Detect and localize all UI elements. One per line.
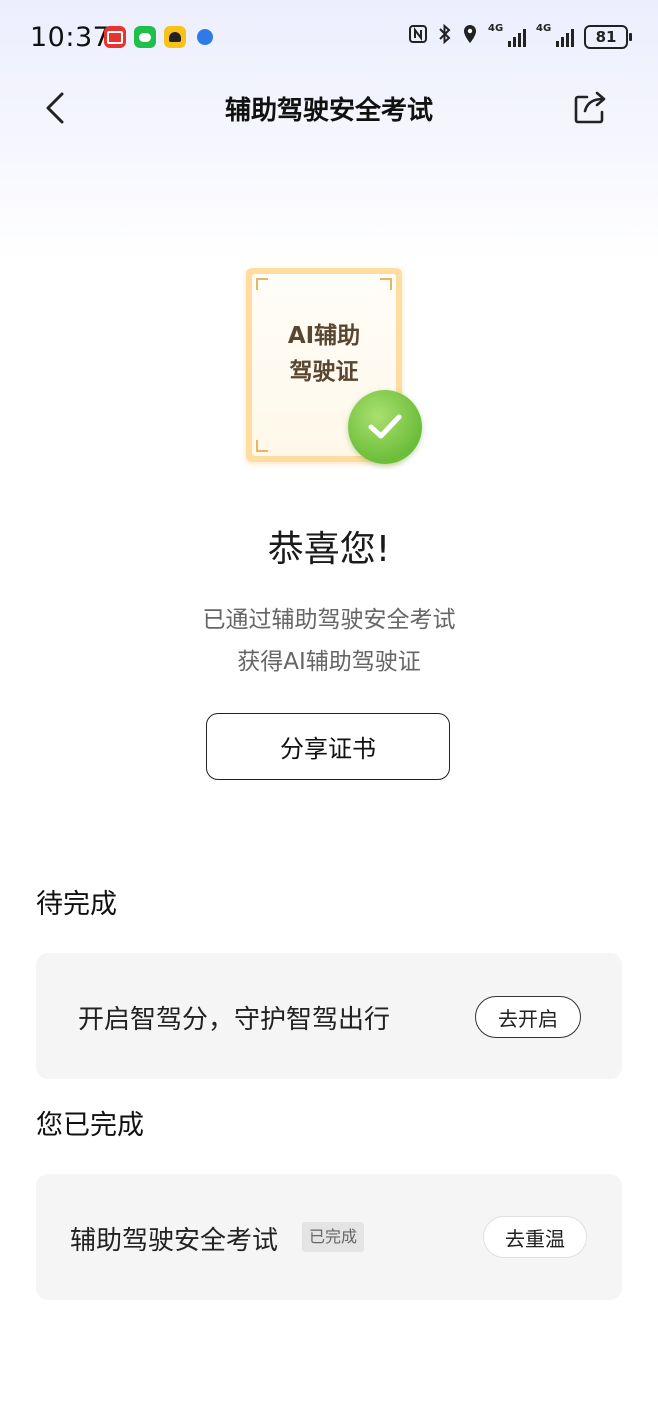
nfc-icon <box>408 24 428 49</box>
corner-decoration <box>256 278 268 290</box>
congrats-title: 恭喜您! <box>267 529 391 570</box>
share-icon <box>574 91 606 124</box>
clock: 10:37 <box>30 22 111 53</box>
notification-icons <box>104 26 216 48</box>
yellow-app-icon <box>164 26 186 48</box>
signal-label: 4G <box>536 22 552 34</box>
completed-task-text: 辅助驾驶安全考试 <box>70 1226 279 1256</box>
page-title: 辅助驾驶安全考试 <box>224 96 433 126</box>
completed-tag: 已完成 <box>302 1222 365 1252</box>
status-bar: 10:37 4G 4G 81 <box>0 0 658 78</box>
result-line2: 获得AI辅助驾驶证 <box>237 649 421 675</box>
corner-decoration <box>380 278 392 290</box>
certificate-text: AI辅助 驾驶证 <box>246 318 402 390</box>
completed-task-card: 辅助驾驶安全考试 已完成 去重温 <box>36 1174 622 1300</box>
result-line1: 已通过辅助驾驶安全考试 <box>202 607 456 633</box>
pending-task-card: 开启智驾分，守护智驾出行 去开启 <box>36 953 622 1079</box>
completed-section-title: 您已完成 <box>36 1110 144 1141</box>
system-icons: 4G 4G 81 <box>408 23 632 49</box>
checkmark-badge-icon <box>348 390 422 464</box>
bluetooth-icon <box>438 23 452 49</box>
signal-icon: 4G <box>488 23 526 47</box>
red-app-icon <box>104 26 126 48</box>
certificate-line2: 驾驶证 <box>289 359 359 385</box>
pending-section-title: 待完成 <box>36 889 117 920</box>
share-button[interactable] <box>570 88 610 128</box>
browser-icon <box>194 26 216 48</box>
signal-label: 4G <box>488 22 504 34</box>
location-icon <box>462 24 478 49</box>
certificate-line1: AI辅助 <box>287 323 361 349</box>
review-button[interactable]: 去重温 <box>483 1216 587 1258</box>
pending-task-text: 开启智驾分，守护智驾出行 <box>78 1005 391 1035</box>
nav-bar: 辅助驾驶安全考试 <box>0 78 658 138</box>
battery-icon: 81 <box>584 24 632 49</box>
enable-button[interactable]: 去开启 <box>475 996 581 1038</box>
wechat-icon <box>134 26 156 48</box>
corner-decoration <box>256 440 268 452</box>
share-certificate-button[interactable]: 分享证书 <box>206 713 450 780</box>
signal-icon: 4G <box>536 23 574 47</box>
